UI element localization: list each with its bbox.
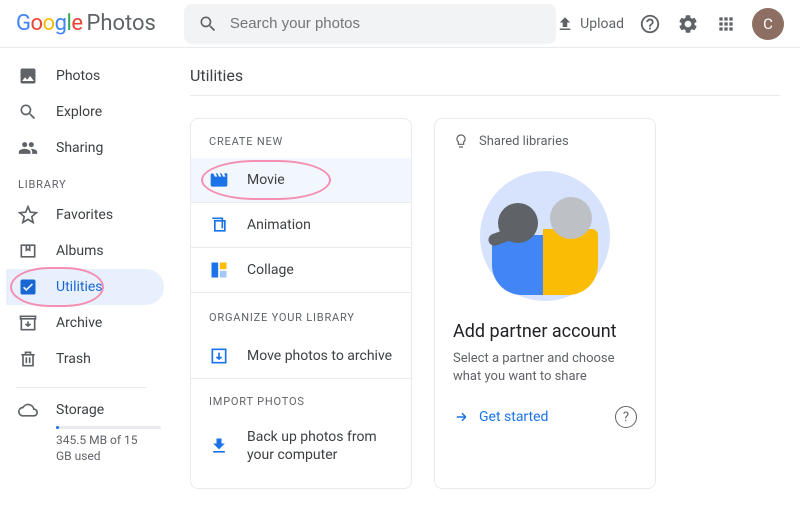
sidebar-item-label: Utilities	[56, 279, 103, 295]
partner-title: Add partner account	[453, 321, 637, 342]
create-animation-row[interactable]: Animation	[191, 203, 411, 248]
get-started-link[interactable]: Get started	[453, 408, 548, 426]
storage-used-text: 345.5 MB of 15 GB used	[56, 433, 152, 464]
row-label: Collage	[247, 262, 294, 278]
sidebar-item-utilities[interactable]: Utilities	[6, 269, 164, 305]
archive-down-icon	[209, 346, 229, 366]
row-label: Movie	[247, 172, 285, 188]
upload-label: Upload	[580, 16, 624, 32]
partner-help-button[interactable]: ?	[615, 406, 637, 428]
row-label: Animation	[247, 217, 311, 233]
sidebar-item-archive[interactable]: Archive	[6, 305, 164, 341]
trash-icon	[18, 349, 38, 369]
storage-bar	[56, 426, 161, 429]
google-wordmark: Google	[16, 11, 82, 36]
account-avatar[interactable]: C	[752, 8, 784, 40]
collage-icon	[209, 260, 229, 280]
archive-icon	[18, 313, 38, 333]
sidebar-item-label: Explore	[56, 104, 102, 120]
star-icon	[18, 205, 38, 225]
row-label: Move photos to archive	[247, 348, 392, 364]
partner-card: Shared libraries Add partner account Sel…	[434, 118, 656, 489]
storage-block[interactable]: Storage 345.5 MB of 15 GB used	[6, 394, 164, 470]
import-heading: IMPORT PHOTOS	[191, 379, 411, 418]
partner-desc: Select a partner and choose what you wan…	[453, 350, 637, 386]
sidebar-item-label: Favorites	[56, 207, 113, 223]
organize-heading: ORGANIZE YOUR LIBRARY	[191, 293, 411, 334]
search-box[interactable]	[184, 4, 556, 44]
title-divider	[190, 95, 780, 96]
search-input[interactable]	[230, 15, 542, 32]
sidebar-item-explore[interactable]: Explore	[6, 94, 164, 130]
upload-button[interactable]: Upload	[556, 15, 624, 33]
sidebar-item-label: Trash	[56, 351, 91, 367]
cta-label: Get started	[479, 409, 548, 425]
sidebar-item-label: Photos	[56, 68, 100, 84]
search-icon	[18, 102, 38, 122]
move-to-archive-row[interactable]: Move photos to archive	[191, 334, 411, 379]
arrow-right-icon	[453, 408, 471, 426]
download-icon	[209, 436, 229, 456]
animation-icon	[209, 215, 229, 235]
apps-button[interactable]	[714, 12, 738, 36]
partner-illustration	[480, 171, 610, 301]
photos-sublabel: Photos	[86, 11, 155, 36]
create-new-heading: CREATE NEW	[191, 131, 411, 158]
utilities-card: CREATE NEW Movie Animation Collage ORGAN…	[190, 118, 412, 489]
header-bar: Google Photos Upload C	[0, 0, 800, 48]
sidebar-item-label: Archive	[56, 315, 102, 331]
sidebar-item-photos[interactable]: Photos	[6, 58, 164, 94]
album-icon	[18, 241, 38, 261]
settings-button[interactable]	[676, 12, 700, 36]
sidebar-item-label: Albums	[56, 243, 104, 259]
cloud-icon	[18, 400, 38, 420]
sidebar-item-sharing[interactable]: Sharing	[6, 130, 164, 166]
storage-label: Storage	[56, 402, 104, 418]
movie-icon	[209, 170, 229, 190]
sidebar-item-label: Sharing	[56, 140, 103, 156]
sidebar: Photos Explore Sharing LIBRARY Favorites…	[0, 48, 170, 507]
sidebar-item-trash[interactable]: Trash	[6, 341, 164, 377]
sidebar-item-favorites[interactable]: Favorites	[6, 197, 164, 233]
create-collage-row[interactable]: Collage	[191, 248, 411, 293]
upload-icon	[556, 15, 574, 33]
divider	[16, 387, 146, 388]
google-photos-logo[interactable]: Google Photos	[16, 11, 156, 36]
main-content: Utilities CREATE NEW Movie Animation Col…	[170, 48, 800, 507]
partner-hint: Shared libraries	[479, 134, 569, 149]
create-movie-row[interactable]: Movie	[191, 158, 411, 203]
help-button[interactable]	[638, 12, 662, 36]
page-title: Utilities	[190, 66, 780, 85]
backup-row[interactable]: Back up photos from your computer	[191, 418, 411, 474]
people-icon	[18, 138, 38, 158]
search-icon	[198, 14, 218, 34]
avatar-letter: C	[763, 15, 773, 33]
row-label: Back up photos from your computer	[247, 428, 393, 464]
utilities-icon	[18, 277, 38, 297]
sidebar-item-albums[interactable]: Albums	[6, 233, 164, 269]
photo-icon	[18, 66, 38, 86]
sidebar-section-label: LIBRARY	[6, 166, 164, 197]
bulb-icon	[453, 133, 469, 149]
